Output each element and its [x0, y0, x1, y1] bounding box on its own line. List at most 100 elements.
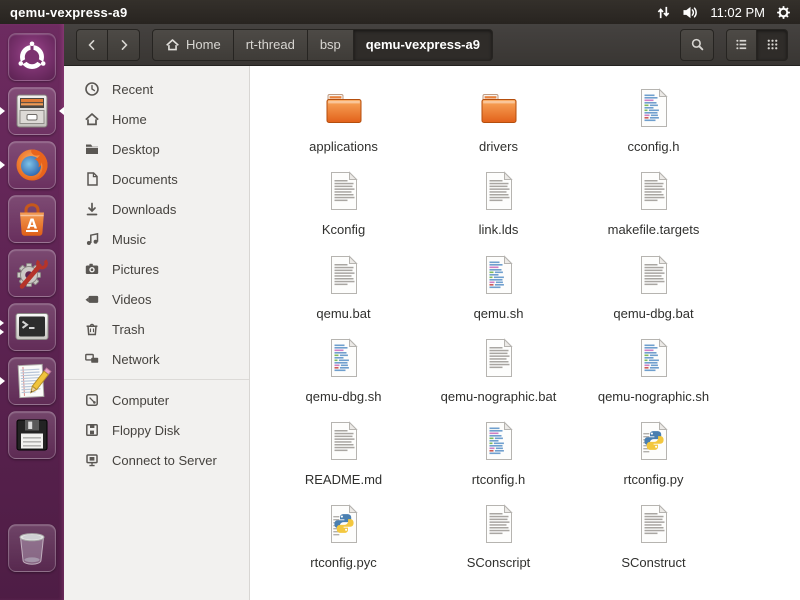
forward-button[interactable]: [108, 29, 140, 61]
sidebar-item-network[interactable]: Network: [64, 344, 249, 374]
file-label: link.lds: [479, 222, 519, 238]
file-sconscript[interactable]: SConscript: [421, 496, 576, 579]
sidebar-item-documents[interactable]: Documents: [64, 164, 249, 194]
file-rtconfig-pyc[interactable]: rtconfig.pyc: [266, 496, 421, 579]
sidebar-item-label: Videos: [112, 292, 152, 307]
breadcrumb-label: Home: [186, 37, 221, 52]
unity-launcher: A: [0, 24, 64, 600]
file-applications[interactable]: applications: [266, 80, 421, 163]
sidebar-item-music[interactable]: Music: [64, 224, 249, 254]
updown-arrows-icon[interactable]: [656, 5, 671, 20]
file-kconfig[interactable]: Kconfig: [266, 163, 421, 246]
file-label: qemu.sh: [474, 306, 524, 322]
window-body: RecentHomeDesktopDocuments Downloads Music…: [64, 66, 800, 600]
code-file-icon: [630, 334, 678, 387]
code-file-icon: [630, 84, 678, 137]
search-button[interactable]: [680, 29, 714, 61]
file-label: makefile.targets: [608, 222, 700, 238]
file-qemu-bat[interactable]: qemu.bat: [266, 247, 421, 330]
file-sconstruct[interactable]: SConstruct: [576, 496, 731, 579]
text-file-icon: [630, 500, 678, 553]
text-file-icon: [320, 167, 368, 220]
launcher-item-files[interactable]: [0, 87, 64, 135]
sidebar-item-label: Connect to Server: [112, 453, 217, 468]
launcher-item-settings[interactable]: [0, 249, 64, 297]
file-label: README.md: [305, 472, 382, 488]
clock-label[interactable]: 11:02 PM: [710, 5, 765, 20]
session-gear-icon[interactable]: [776, 5, 791, 20]
network-icon: [84, 351, 100, 367]
top-panel: qemu-vexpress-a9 11:02 PM: [0, 0, 800, 24]
file-qemu-nographic-bat[interactable]: qemu-nographic.bat: [421, 330, 576, 413]
sidebar-item-recent[interactable]: Recent: [64, 74, 249, 104]
breadcrumb-bsp[interactable]: bsp: [308, 29, 354, 61]
breadcrumb-label: qemu-vexpress-a9: [366, 37, 480, 52]
file-rtconfig-h[interactable]: rtconfig.h: [421, 413, 576, 496]
file-label: Kconfig: [322, 222, 365, 238]
code-file-icon: [475, 417, 523, 470]
firefox-icon: [8, 141, 56, 189]
sidebar-item-floppy-disk[interactable]: Floppy Disk: [64, 415, 249, 445]
sidebar-item-label: Downloads: [112, 202, 176, 217]
sidebar-item-desktop[interactable]: Desktop: [64, 134, 249, 164]
running-indicator: [0, 329, 4, 335]
music-icon: [84, 231, 100, 247]
file-grid: applications drivers cconfig.h Kconfig l…: [266, 80, 800, 580]
desktop-screen: qemu-vexpress-a9 11:02 PM A: [0, 0, 800, 600]
file-label: applications: [309, 139, 378, 155]
file-readme-md[interactable]: README.md: [266, 413, 421, 496]
text-file-icon: [320, 417, 368, 470]
grid-view-button[interactable]: [757, 29, 788, 61]
recent-icon: [84, 81, 100, 97]
folder-file-icon: [320, 84, 368, 137]
file-drivers[interactable]: drivers: [421, 80, 576, 163]
sidebar-item-trash[interactable]: Trash: [64, 314, 249, 344]
sidebar-item-connect-to-server[interactable]: Connect to Server: [64, 445, 249, 475]
file-makefile-targets[interactable]: makefile.targets: [576, 163, 731, 246]
text-file-icon: [630, 251, 678, 304]
file-qemu-sh[interactable]: qemu.sh: [421, 247, 576, 330]
file-label: qemu.bat: [316, 306, 370, 322]
view-toggle: [726, 29, 788, 61]
file-label: SConscript: [467, 555, 531, 571]
sidebar-separator: [64, 379, 249, 380]
computer-icon: [84, 392, 100, 408]
breadcrumb-qemu-vexpress-a9[interactable]: qemu-vexpress-a9: [354, 29, 493, 61]
folder-file-icon: [475, 84, 523, 137]
running-indicator: [0, 161, 5, 169]
launcher-item-dash[interactable]: [0, 33, 64, 81]
volume-icon[interactable]: [682, 5, 699, 20]
focused-indicator: [59, 107, 64, 115]
breadcrumb-home[interactable]: Home: [152, 29, 234, 61]
list-view-button[interactable]: [726, 29, 757, 61]
text-file-icon: [320, 251, 368, 304]
file-qemu-nographic-sh[interactable]: qemu-nographic.sh: [576, 330, 731, 413]
launcher-item-floppy[interactable]: [0, 411, 64, 459]
launcher-item-software-center[interactable]: A: [0, 195, 64, 243]
file-qemu-dbg-bat[interactable]: qemu-dbg.bat: [576, 247, 731, 330]
file-cconfig-h[interactable]: cconfig.h: [576, 80, 731, 163]
floppy-icon: [84, 422, 100, 438]
back-button[interactable]: [76, 29, 108, 61]
file-label: rtconfig.py: [624, 472, 684, 488]
sidebar-item-home[interactable]: Home: [64, 104, 249, 134]
launcher-item-text-editor[interactable]: [0, 357, 64, 405]
launcher-item-trash[interactable]: [0, 524, 64, 572]
documents-icon: [84, 171, 100, 187]
launcher-item-terminal[interactable]: [0, 303, 64, 351]
file-qemu-dbg-sh[interactable]: qemu-dbg.sh: [266, 330, 421, 413]
file-link-lds[interactable]: link.lds: [421, 163, 576, 246]
terminal-icon: [8, 303, 56, 351]
server-icon: [84, 452, 100, 468]
launcher-item-firefox[interactable]: [0, 141, 64, 189]
sidebar-item-pictures[interactable]: Pictures: [64, 254, 249, 284]
file-rtconfig-py[interactable]: rtconfig.py: [576, 413, 731, 496]
sidebar-item-label: Music: [112, 232, 146, 247]
breadcrumb-rt-thread[interactable]: rt-thread: [234, 29, 308, 61]
sidebar-item-computer[interactable]: Computer: [64, 385, 249, 415]
sidebar-item-videos[interactable]: Videos: [64, 284, 249, 314]
file-label: rtconfig.pyc: [310, 555, 376, 571]
sidebar-item-downloads[interactable]: Downloads: [64, 194, 249, 224]
file-label: rtconfig.h: [472, 472, 525, 488]
indicator-area: 11:02 PM: [656, 5, 800, 20]
